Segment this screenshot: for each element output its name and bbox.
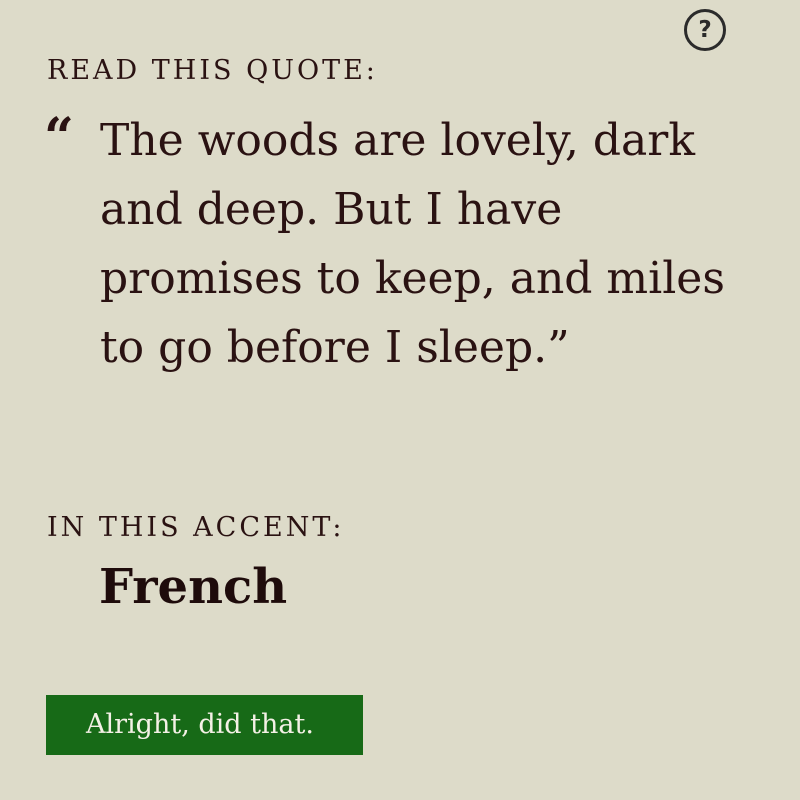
quote-text: The woods are lovely, dark and deep. But… xyxy=(100,115,725,373)
accent-value: French xyxy=(99,559,288,615)
question-circle-icon: ? xyxy=(698,17,712,43)
did-that-button[interactable]: Alright, did that. xyxy=(46,695,363,755)
open-quote-mark: “ xyxy=(44,107,74,168)
accent-section-label: IN THIS ACCENT: xyxy=(47,512,345,543)
help-button[interactable]: ? xyxy=(684,9,726,51)
quote-section-label: READ THIS QUOTE: xyxy=(47,55,378,86)
